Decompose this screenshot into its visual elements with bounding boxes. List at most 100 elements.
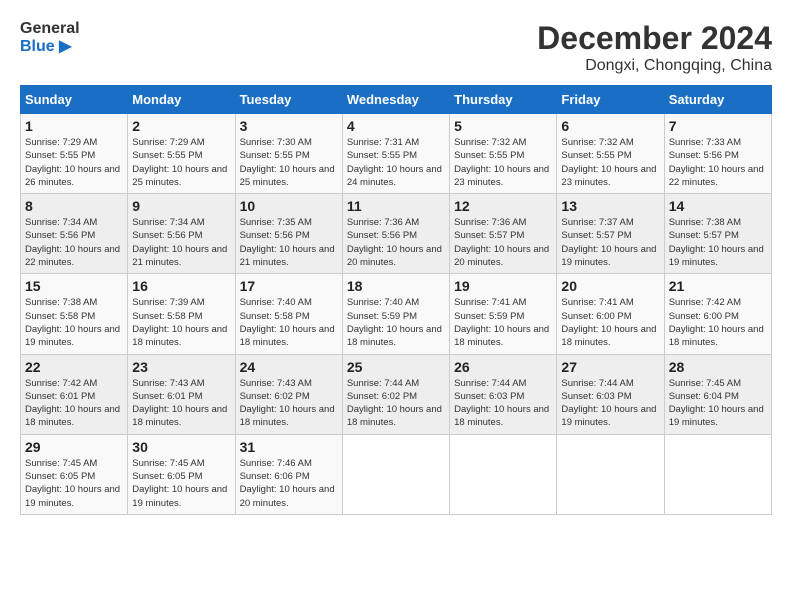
day-info: Sunrise: 7:45 AMSunset: 6:05 PMDaylight:… [25,457,123,510]
empty-cell [342,434,449,514]
day-28: 28 Sunrise: 7:45 AMSunset: 6:04 PMDaylig… [664,354,771,434]
day-number: 26 [454,359,552,375]
logo-blue: Blue ▶ [20,38,80,56]
day-23: 23 Sunrise: 7:43 AMSunset: 6:01 PMDaylig… [128,354,235,434]
day-info: Sunrise: 7:45 AMSunset: 6:04 PMDaylight:… [669,377,767,430]
day-10: 10 Sunrise: 7:35 AMSunset: 5:56 PMDaylig… [235,194,342,274]
month-title: December 2024 [537,20,772,57]
day-21: 21 Sunrise: 7:42 AMSunset: 6:00 PMDaylig… [664,274,771,354]
day-14: 14 Sunrise: 7:38 AMSunset: 5:57 PMDaylig… [664,194,771,274]
day-info: Sunrise: 7:38 AMSunset: 5:58 PMDaylight:… [25,296,123,349]
day-number: 28 [669,359,767,375]
day-number: 15 [25,278,123,294]
header-wednesday: Wednesday [342,86,449,114]
day-number: 7 [669,118,767,134]
day-number: 3 [240,118,338,134]
day-18: 18 Sunrise: 7:40 AMSunset: 5:59 PMDaylig… [342,274,449,354]
day-number: 31 [240,439,338,455]
week-row-4: 22 Sunrise: 7:42 AMSunset: 6:01 PMDaylig… [21,354,772,434]
day-25: 25 Sunrise: 7:44 AMSunset: 6:02 PMDaylig… [342,354,449,434]
day-16: 16 Sunrise: 7:39 AMSunset: 5:58 PMDaylig… [128,274,235,354]
day-info: Sunrise: 7:33 AMSunset: 5:56 PMDaylight:… [669,136,767,189]
day-info: Sunrise: 7:30 AMSunset: 5:55 PMDaylight:… [240,136,338,189]
logo: General Blue ▶ [20,20,80,55]
day-number: 10 [240,198,338,214]
header-tuesday: Tuesday [235,86,342,114]
day-8: 8 Sunrise: 7:34 AMSunset: 5:56 PMDayligh… [21,194,128,274]
header-monday: Monday [128,86,235,114]
day-number: 5 [454,118,552,134]
day-13: 13 Sunrise: 7:37 AMSunset: 5:57 PMDaylig… [557,194,664,274]
week-row-2: 8 Sunrise: 7:34 AMSunset: 5:56 PMDayligh… [21,194,772,274]
day-number: 12 [454,198,552,214]
week-row-1: 1 Sunrise: 7:29 AMSunset: 5:55 PMDayligh… [21,114,772,194]
day-info: Sunrise: 7:31 AMSunset: 5:55 PMDaylight:… [347,136,445,189]
day-info: Sunrise: 7:44 AMSunset: 6:03 PMDaylight:… [454,377,552,430]
day-11: 11 Sunrise: 7:36 AMSunset: 5:56 PMDaylig… [342,194,449,274]
day-number: 20 [561,278,659,294]
day-info: Sunrise: 7:40 AMSunset: 5:58 PMDaylight:… [240,296,338,349]
day-number: 27 [561,359,659,375]
day-17: 17 Sunrise: 7:40 AMSunset: 5:58 PMDaylig… [235,274,342,354]
day-info: Sunrise: 7:43 AMSunset: 6:02 PMDaylight:… [240,377,338,430]
day-number: 14 [669,198,767,214]
day-info: Sunrise: 7:36 AMSunset: 5:56 PMDaylight:… [347,216,445,269]
day-info: Sunrise: 7:37 AMSunset: 5:57 PMDaylight:… [561,216,659,269]
day-30: 30 Sunrise: 7:45 AMSunset: 6:05 PMDaylig… [128,434,235,514]
day-info: Sunrise: 7:32 AMSunset: 5:55 PMDaylight:… [561,136,659,189]
day-info: Sunrise: 7:40 AMSunset: 5:59 PMDaylight:… [347,296,445,349]
day-27: 27 Sunrise: 7:44 AMSunset: 6:03 PMDaylig… [557,354,664,434]
header-friday: Friday [557,86,664,114]
day-number: 6 [561,118,659,134]
day-info: Sunrise: 7:43 AMSunset: 6:01 PMDaylight:… [132,377,230,430]
day-29: 29 Sunrise: 7:45 AMSunset: 6:05 PMDaylig… [21,434,128,514]
week-row-3: 15 Sunrise: 7:38 AMSunset: 5:58 PMDaylig… [21,274,772,354]
day-number: 18 [347,278,445,294]
day-number: 11 [347,198,445,214]
location-title: Dongxi, Chongqing, China [537,57,772,75]
header-thursday: Thursday [450,86,557,114]
day-number: 1 [25,118,123,134]
header-saturday: Saturday [664,86,771,114]
day-9: 9 Sunrise: 7:34 AMSunset: 5:56 PMDayligh… [128,194,235,274]
day-info: Sunrise: 7:42 AMSunset: 6:01 PMDaylight:… [25,377,123,430]
day-info: Sunrise: 7:35 AMSunset: 5:56 PMDaylight:… [240,216,338,269]
day-info: Sunrise: 7:32 AMSunset: 5:55 PMDaylight:… [454,136,552,189]
calendar-table: SundayMondayTuesdayWednesdayThursdayFrid… [20,85,772,515]
day-number: 2 [132,118,230,134]
day-info: Sunrise: 7:41 AMSunset: 5:59 PMDaylight:… [454,296,552,349]
day-19: 19 Sunrise: 7:41 AMSunset: 5:59 PMDaylig… [450,274,557,354]
empty-cell [557,434,664,514]
day-info: Sunrise: 7:38 AMSunset: 5:57 PMDaylight:… [669,216,767,269]
day-6: 6 Sunrise: 7:32 AMSunset: 5:55 PMDayligh… [557,114,664,194]
day-info: Sunrise: 7:34 AMSunset: 5:56 PMDaylight:… [132,216,230,269]
day-1: 1 Sunrise: 7:29 AMSunset: 5:55 PMDayligh… [21,114,128,194]
header: General Blue ▶ December 2024 Dongxi, Cho… [20,20,772,75]
day-number: 17 [240,278,338,294]
day-number: 21 [669,278,767,294]
day-12: 12 Sunrise: 7:36 AMSunset: 5:57 PMDaylig… [450,194,557,274]
day-number: 8 [25,198,123,214]
calendar-header: SundayMondayTuesdayWednesdayThursdayFrid… [21,86,772,114]
day-15: 15 Sunrise: 7:38 AMSunset: 5:58 PMDaylig… [21,274,128,354]
day-24: 24 Sunrise: 7:43 AMSunset: 6:02 PMDaylig… [235,354,342,434]
day-3: 3 Sunrise: 7:30 AMSunset: 5:55 PMDayligh… [235,114,342,194]
day-4: 4 Sunrise: 7:31 AMSunset: 5:55 PMDayligh… [342,114,449,194]
day-info: Sunrise: 7:36 AMSunset: 5:57 PMDaylight:… [454,216,552,269]
day-22: 22 Sunrise: 7:42 AMSunset: 6:01 PMDaylig… [21,354,128,434]
day-number: 25 [347,359,445,375]
day-number: 9 [132,198,230,214]
week-row-5: 29 Sunrise: 7:45 AMSunset: 6:05 PMDaylig… [21,434,772,514]
day-2: 2 Sunrise: 7:29 AMSunset: 5:55 PMDayligh… [128,114,235,194]
day-number: 23 [132,359,230,375]
day-info: Sunrise: 7:44 AMSunset: 6:02 PMDaylight:… [347,377,445,430]
day-20: 20 Sunrise: 7:41 AMSunset: 6:00 PMDaylig… [557,274,664,354]
day-5: 5 Sunrise: 7:32 AMSunset: 5:55 PMDayligh… [450,114,557,194]
day-7: 7 Sunrise: 7:33 AMSunset: 5:56 PMDayligh… [664,114,771,194]
day-info: Sunrise: 7:44 AMSunset: 6:03 PMDaylight:… [561,377,659,430]
day-number: 24 [240,359,338,375]
logo-general: General [20,20,80,38]
day-26: 26 Sunrise: 7:44 AMSunset: 6:03 PMDaylig… [450,354,557,434]
day-info: Sunrise: 7:41 AMSunset: 6:00 PMDaylight:… [561,296,659,349]
day-info: Sunrise: 7:29 AMSunset: 5:55 PMDaylight:… [25,136,123,189]
